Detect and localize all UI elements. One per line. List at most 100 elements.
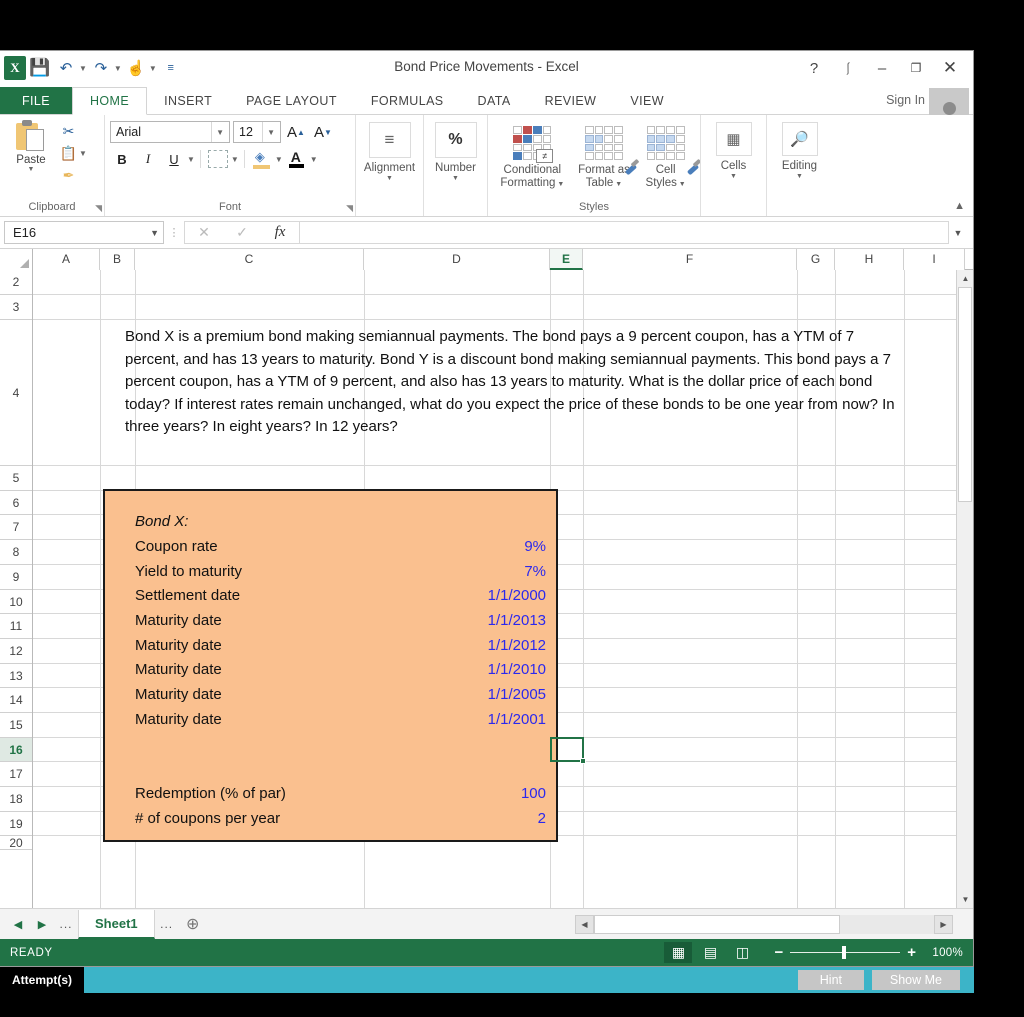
font-size-dropdown-icon[interactable]: ▼	[262, 122, 277, 142]
tab-formulas[interactable]: FORMULAS	[354, 87, 461, 114]
name-box[interactable]: E16 ▼	[4, 221, 164, 244]
scroll-up-button[interactable]: ▲	[957, 270, 973, 287]
zoom-control[interactable]: − + 100%	[774, 944, 963, 961]
format-as-table-dropdown-icon[interactable]: ▼	[613, 181, 622, 188]
font-name-input[interactable]: Arial ▼	[110, 121, 230, 143]
vertical-scroll-thumb[interactable]	[958, 287, 972, 502]
zoom-in-button[interactable]: +	[907, 944, 916, 961]
restore-button[interactable]: ❐	[899, 55, 933, 81]
enter-formula-button[interactable]: ✓	[223, 222, 261, 243]
horizontal-scroll-thumb[interactable]	[594, 914, 840, 934]
column-header-d[interactable]: D	[364, 249, 550, 270]
zoom-out-button[interactable]: −	[774, 944, 783, 961]
scroll-down-button[interactable]: ▼	[957, 891, 973, 908]
borders-button[interactable]	[206, 148, 230, 170]
select-all-button[interactable]	[0, 249, 33, 270]
underline-button[interactable]: U	[162, 148, 186, 170]
borders-dropdown-icon[interactable]: ▼	[231, 155, 239, 164]
row-header-5[interactable]: 5	[0, 466, 32, 491]
font-color-dropdown-icon[interactable]: ▼	[310, 155, 318, 164]
row-header-10[interactable]: 10	[0, 590, 32, 614]
cut-button[interactable]: ✂	[57, 121, 89, 142]
fill-color-button[interactable]: ◈	[250, 148, 274, 170]
insert-function-button[interactable]: fx	[261, 222, 299, 243]
bold-button[interactable]: B	[110, 148, 134, 170]
normal-view-button[interactable]: ▦	[664, 942, 693, 963]
row-header-9[interactable]: 9	[0, 565, 32, 590]
first-sheet-button[interactable]: ◀	[6, 918, 30, 931]
formula-input[interactable]	[300, 221, 949, 244]
tab-file[interactable]: FILE	[0, 87, 72, 114]
show-me-button[interactable]: Show Me	[871, 970, 960, 990]
tab-view[interactable]: VIEW	[613, 87, 681, 114]
zoom-level-label[interactable]: 100%	[923, 947, 963, 959]
scroll-right-button[interactable]: ▶	[934, 914, 953, 934]
close-button[interactable]: ✕	[933, 55, 967, 81]
horizontal-scroll-track[interactable]	[594, 914, 934, 934]
cell-styles-dropdown-icon[interactable]: ▼	[677, 181, 686, 188]
sheet-overflow-right[interactable]: ...	[155, 917, 179, 931]
name-box-dropdown-icon[interactable]: ▼	[150, 228, 159, 238]
row-header-16[interactable]: 16	[0, 738, 32, 762]
conditional-formatting-dropdown-icon[interactable]: ▼	[555, 181, 564, 188]
column-header-c[interactable]: C	[135, 249, 364, 270]
font-size-input[interactable]: 12 ▼	[233, 121, 281, 143]
tab-home[interactable]: HOME	[72, 87, 148, 115]
increase-font-size-button[interactable]: A ▲	[284, 121, 308, 143]
italic-button[interactable]: I	[136, 148, 160, 170]
tab-data[interactable]: DATA	[461, 87, 528, 114]
clipboard-dialog-launcher-icon[interactable]: ◥	[95, 203, 102, 214]
decrease-font-size-button[interactable]: A ▼	[311, 121, 335, 143]
expand-formula-bar-icon[interactable]: ▼	[949, 228, 967, 238]
bond-input-block[interactable]: Bond X: Coupon rate 9% Yield to maturity…	[103, 489, 558, 842]
cell-area[interactable]: Bond X is a premium bond making semiannu…	[33, 270, 973, 908]
vertical-scrollbar[interactable]: ▲ ▼	[956, 270, 973, 908]
fill-handle[interactable]	[580, 758, 586, 764]
horizontal-scrollbar[interactable]: ◀ ▶	[575, 914, 953, 934]
help-button[interactable]: ?	[797, 55, 831, 81]
column-header-g[interactable]: G	[797, 249, 835, 270]
number-dropdown-icon[interactable]: ▼	[452, 175, 459, 182]
scroll-left-button[interactable]: ◀	[575, 914, 594, 934]
sheet-overflow-left[interactable]: ...	[54, 917, 78, 931]
editing-dropdown-icon[interactable]: ▼	[796, 173, 803, 180]
alignment-dropdown-icon[interactable]: ▼	[386, 175, 393, 182]
ribbon-display-options-icon[interactable]: ⎰	[831, 55, 865, 81]
row-header-20[interactable]: 20	[0, 836, 32, 850]
row-header-3[interactable]: 3	[0, 295, 32, 320]
row-header-2[interactable]: 2	[0, 270, 32, 295]
collapse-ribbon-icon[interactable]: ▲	[954, 200, 965, 212]
paste-button[interactable]: Paste ▼	[5, 118, 57, 173]
conditional-formatting-button[interactable]: ≠ Conditional Formatting ▼	[495, 122, 569, 191]
column-header-f[interactable]: F	[583, 249, 797, 270]
column-header-b[interactable]: B	[100, 249, 135, 270]
minimize-button[interactable]: –	[865, 55, 899, 81]
tab-page-layout[interactable]: PAGE LAYOUT	[229, 87, 354, 114]
row-header-4[interactable]: 4	[0, 320, 32, 466]
editing-button[interactable]: 🔎 Editing ▼	[772, 118, 827, 180]
cells-dropdown-icon[interactable]: ▼	[730, 173, 737, 180]
font-color-button[interactable]: A	[285, 148, 309, 170]
zoom-slider-track[interactable]	[790, 946, 901, 959]
sheet-tab-sheet1[interactable]: Sheet1	[78, 909, 155, 939]
cells-button[interactable]: ▦ Cells ▼	[706, 118, 761, 180]
hint-button[interactable]: Hint	[797, 970, 864, 990]
row-header-17[interactable]: 17	[0, 762, 32, 787]
copy-button[interactable]: 📋 ▼	[57, 143, 89, 164]
tab-insert[interactable]: INSERT	[147, 87, 229, 114]
vertical-scroll-track[interactable]	[957, 287, 973, 891]
row-header-18[interactable]: 18	[0, 787, 32, 812]
cancel-formula-button[interactable]: ✕	[185, 222, 223, 243]
zoom-slider-thumb[interactable]	[842, 946, 847, 959]
tab-review[interactable]: REVIEW	[528, 87, 614, 114]
column-header-i[interactable]: I	[904, 249, 965, 270]
row-header-13[interactable]: 13	[0, 664, 32, 688]
column-header-a[interactable]: A	[33, 249, 100, 270]
number-format-button[interactable]: % Number ▼	[429, 118, 482, 182]
column-header-e[interactable]: E	[550, 249, 583, 270]
cell-styles-button[interactable]: Cell Styles ▼	[639, 122, 693, 191]
font-dialog-launcher-icon[interactable]: ◥	[346, 203, 353, 214]
row-header-11[interactable]: 11	[0, 614, 32, 639]
page-break-preview-button[interactable]: ◫	[728, 942, 756, 963]
column-header-h[interactable]: H	[835, 249, 904, 270]
